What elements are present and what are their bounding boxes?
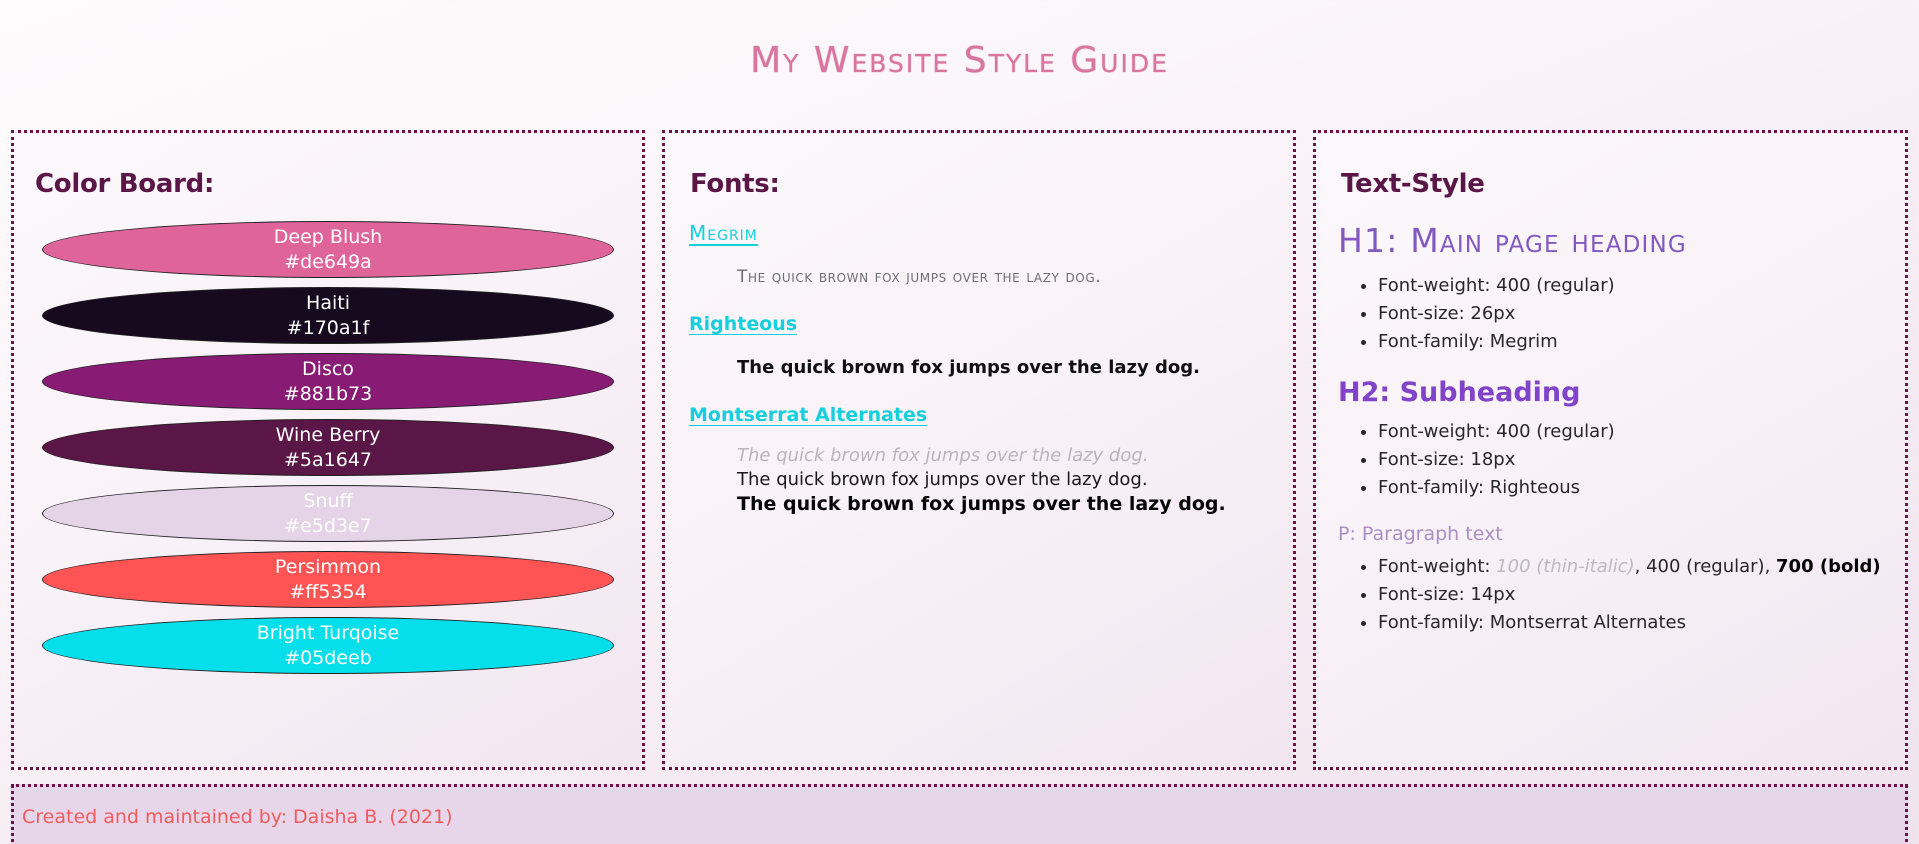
color-board-panel: Color Board: Deep Blush #de649a Haiti #170a… <box>11 130 645 771</box>
text-style-heading: Text-Style <box>1341 169 1485 200</box>
color-swatch-hex: #05deeb <box>284 646 372 669</box>
font-block-montserrat-alternates: Montserrat Alternates The quick brown fo… <box>685 404 1273 518</box>
h1-demo-label: H1: Main page heading <box>1338 221 1687 261</box>
font-link-righteous[interactable]: Righteous <box>689 313 797 335</box>
p-spec-list: Font-weight: 100 (thin-italic), 400 (reg… <box>1336 553 1885 636</box>
font-sample-montserrat-regular: The quick brown fox jumps over the lazy … <box>737 469 1148 491</box>
spec-item: Font-family: Montserrat Alternates <box>1378 609 1885 636</box>
spec-item: Font-weight: 400 (regular) <box>1378 272 1885 299</box>
color-swatch-hex: #e5d3e7 <box>284 514 372 537</box>
color-swatch-hex: #170a1f <box>286 316 370 339</box>
font-block-righteous: Righteous The quick brown fox jumps over… <box>685 313 1273 378</box>
font-sample-group-montserrat: The quick brown fox jumps over the lazy … <box>737 444 1273 518</box>
color-swatch-name: Wine Berry <box>275 424 381 447</box>
h2-demo-label: H2: Subheading <box>1338 377 1581 409</box>
spec-item: Font-size: 14px <box>1378 581 1885 608</box>
color-swatch[interactable]: Disco #881b73 <box>42 353 614 411</box>
color-swatch-name: Bright Turqoise <box>256 622 400 645</box>
footer: Created and maintained by: Daisha B. (20… <box>11 784 1908 844</box>
font-link-montserrat-alternates[interactable]: Montserrat Alternates <box>689 404 927 426</box>
color-swatch-hex: #ff5354 <box>289 580 367 603</box>
panels-row: Color Board: Deep Blush #de649a Haiti #170a… <box>11 130 1908 771</box>
font-sample-montserrat-thin-italic: The quick brown fox jumps over the lazy … <box>737 445 1149 467</box>
h2-spec-list: Font-weight: 400 (regular)Font-size: 18p… <box>1336 418 1885 501</box>
font-sample-megrim: The quick brown fox jumps over the lazy … <box>737 267 1102 288</box>
spec-item: Font-family: Righteous <box>1378 474 1885 501</box>
color-swatch-hex: #de649a <box>284 250 372 273</box>
p-demo-label: P: Paragraph text <box>1338 523 1503 546</box>
color-swatch[interactable]: Snuff #e5d3e7 <box>42 485 614 543</box>
p-weight-bold: 700 (bold) <box>1776 556 1881 578</box>
p-spec-font-weight: Font-weight: 100 (thin-italic), 400 (reg… <box>1378 553 1885 580</box>
color-swatch[interactable]: Wine Berry #5a1647 <box>42 419 614 477</box>
color-swatch-name: Haiti <box>306 292 350 315</box>
color-swatch[interactable]: Haiti #170a1f <box>42 287 614 345</box>
color-swatch[interactable]: Persimmon #ff5354 <box>42 551 614 609</box>
p-weight-prefix: Font-weight: <box>1378 556 1497 578</box>
fonts-panel: Fonts: Megrim The quick brown fox jumps … <box>662 130 1296 771</box>
color-swatch-name: Persimmon <box>274 556 382 579</box>
spec-item: Font-size: 26px <box>1378 300 1885 327</box>
color-swatch-name: Disco <box>302 358 354 381</box>
footer-credit-text: Created and maintained by: Daisha B. (20… <box>22 806 453 829</box>
p-weight-thin: 100 (thin-italic) <box>1496 556 1635 578</box>
p-weight-mid: , 400 (regular), <box>1634 556 1777 578</box>
color-board-heading: Color Board: <box>35 169 215 200</box>
color-swatch[interactable]: Bright Turqoise #05deeb <box>42 617 614 675</box>
color-swatch[interactable]: Deep Blush #de649a <box>42 221 614 279</box>
color-swatch-name: Deep Blush <box>273 226 383 249</box>
h1-spec-list: Font-weight: 400 (regular)Font-size: 26p… <box>1336 272 1885 355</box>
color-swatch-list: Deep Blush #de649a Haiti #170a1f Disco #881b7… <box>30 221 626 675</box>
page-title: My Website Style Guide <box>750 40 1169 82</box>
spec-item: Font-weight: 400 (regular) <box>1378 418 1885 445</box>
font-block-megrim: Megrim The quick brown fox jumps over th… <box>685 221 1273 287</box>
font-sample-montserrat-bold: The quick brown fox jumps over the lazy … <box>737 493 1226 516</box>
color-swatch-hex: #5a1647 <box>283 448 372 471</box>
font-sample-righteous: The quick brown fox jumps over the lazy … <box>737 357 1200 379</box>
fonts-heading: Fonts: <box>690 169 780 200</box>
color-swatch-name: Snuff <box>303 490 353 513</box>
spec-item: Font-family: Megrim <box>1378 328 1885 355</box>
font-link-megrim[interactable]: Megrim <box>689 221 758 245</box>
spec-item: Font-size: 18px <box>1378 446 1885 473</box>
text-style-panel: Text-Style H1: Main page heading Font-we… <box>1313 130 1908 771</box>
color-swatch-hex: #881b73 <box>283 382 373 405</box>
